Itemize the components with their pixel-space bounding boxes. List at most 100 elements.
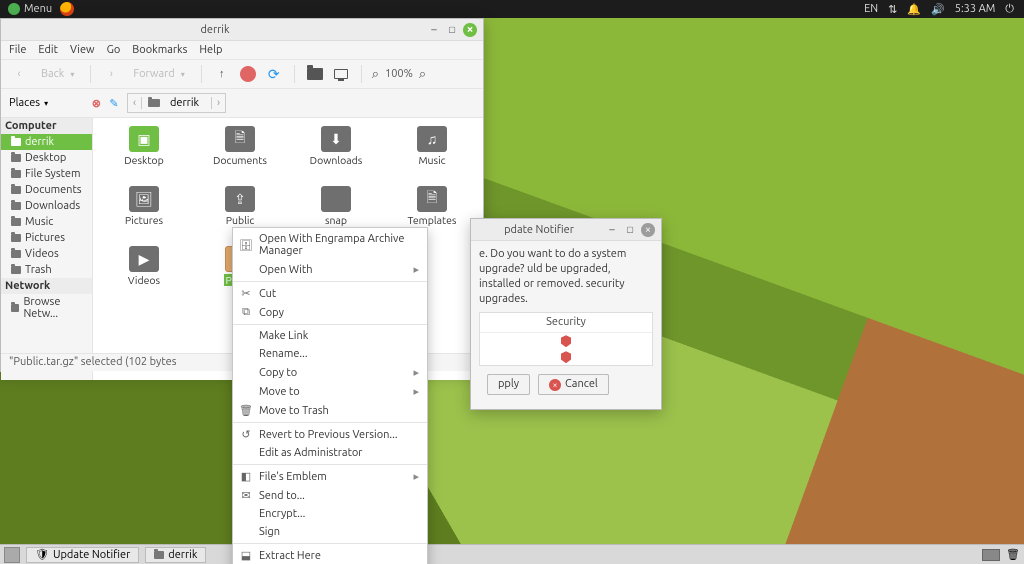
window-title: derrik bbox=[7, 24, 423, 36]
ctx-move-to-trash[interactable]: 🗑Move to Trash bbox=[233, 401, 427, 420]
folder-downloads[interactable]: ⬇Downloads bbox=[289, 126, 383, 184]
chevron-right-icon[interactable]: › bbox=[211, 97, 225, 109]
workspace-switcher[interactable] bbox=[982, 549, 1000, 561]
folder-icon: ⬇ bbox=[321, 126, 351, 152]
maximize-button[interactable] bbox=[445, 23, 459, 37]
task-update-notifier[interactable]: 🛡Update Notifier bbox=[26, 547, 139, 563]
desktop-icon: ▣ bbox=[129, 126, 159, 152]
chevron-left-icon[interactable]: ‹ bbox=[128, 97, 142, 109]
file-manager-titlebar[interactable]: derrik bbox=[1, 19, 483, 41]
menu-help[interactable]: Help bbox=[199, 44, 222, 56]
menu-button[interactable]: Menu bbox=[4, 3, 56, 15]
computer-button[interactable] bbox=[331, 64, 351, 84]
forward-button[interactable]: Forward bbox=[127, 66, 190, 82]
parent-dir-button[interactable] bbox=[212, 64, 232, 84]
ctx-open-with[interactable]: Open With▸ bbox=[233, 260, 427, 279]
ctx-revert[interactable]: ↺Revert to Previous Version... bbox=[233, 425, 427, 444]
ctx-files-emblem[interactable]: ◧File's Emblem▸ bbox=[233, 467, 427, 486]
show-desktop-button[interactable] bbox=[4, 547, 20, 563]
breadcrumb[interactable]: ‹ derrik › bbox=[127, 93, 226, 113]
folder-videos[interactable]: ▶Videos bbox=[97, 246, 191, 304]
sidebar-section-network: Network bbox=[1, 278, 92, 294]
zoom-in-button[interactable] bbox=[419, 67, 426, 82]
folder-documents[interactable]: 🗎Documents bbox=[193, 126, 287, 184]
sidebar-item-browse-network[interactable]: Browse Netw... bbox=[1, 294, 92, 322]
menu-file[interactable]: File bbox=[9, 44, 26, 56]
ctx-sign[interactable]: Sign bbox=[233, 523, 427, 541]
ctx-open-with-engrampa[interactable]: 🗄Open With Engrampa Archive Manager bbox=[233, 230, 427, 260]
sidebar-item-pictures[interactable]: Pictures bbox=[1, 230, 92, 246]
update-icon: 🛡 bbox=[35, 548, 49, 561]
sidebar-item-desktop[interactable]: Desktop bbox=[1, 150, 92, 166]
chevron-down-icon[interactable]: ▾ bbox=[44, 99, 48, 108]
keyboard-indicator[interactable]: EN bbox=[864, 3, 878, 15]
chevron-right-icon: ▸ bbox=[413, 366, 419, 379]
close-button[interactable] bbox=[641, 223, 655, 237]
ctx-encrypt[interactable]: Encrypt... bbox=[233, 505, 427, 523]
menu-label: Menu bbox=[24, 3, 52, 15]
clock[interactable]: 5:33 AM bbox=[955, 3, 996, 15]
close-button[interactable] bbox=[463, 23, 477, 37]
sidebar-item-filesystem[interactable]: File System bbox=[1, 166, 92, 182]
folder-desktop[interactable]: ▣Desktop bbox=[97, 126, 191, 184]
back-button[interactable]: Back bbox=[35, 66, 80, 82]
folder-icon bbox=[148, 99, 160, 107]
sidebar-item-trash[interactable]: Trash bbox=[1, 262, 92, 278]
menu-edit[interactable]: Edit bbox=[38, 44, 58, 56]
chevron-right-icon: ▸ bbox=[413, 385, 419, 398]
sidebar-item-derrik[interactable]: derrik bbox=[1, 134, 92, 150]
firefox-launcher-icon[interactable] bbox=[60, 2, 74, 16]
ctx-copy-to[interactable]: Copy to▸ bbox=[233, 363, 427, 382]
folder-pictures[interactable]: 🖼Pictures bbox=[97, 186, 191, 244]
zoom-level: 100% bbox=[385, 68, 413, 80]
ctx-extract-here[interactable]: ⬓Extract Here bbox=[233, 546, 427, 564]
folder-icon: ▶ bbox=[129, 246, 159, 272]
sidebar-item-documents[interactable]: Documents bbox=[1, 182, 92, 198]
task-file-manager[interactable]: derrik bbox=[145, 547, 206, 563]
menu-bookmarks[interactable]: Bookmarks bbox=[132, 44, 187, 56]
edit-path-button[interactable]: ✎ bbox=[105, 94, 123, 112]
ctx-move-to[interactable]: Move to▸ bbox=[233, 382, 427, 401]
sidebar-item-downloads[interactable]: Downloads bbox=[1, 198, 92, 214]
revert-icon: ↺ bbox=[239, 428, 253, 441]
sidebar-section-computer: Computer bbox=[1, 118, 92, 134]
stop-button[interactable] bbox=[238, 64, 258, 84]
ctx-make-link[interactable]: Make Link bbox=[233, 327, 427, 345]
reload-button[interactable] bbox=[264, 64, 284, 84]
ctx-copy[interactable]: ⧉Copy bbox=[233, 303, 427, 322]
update-notifier-titlebar[interactable]: pdate Notifier bbox=[471, 219, 661, 241]
minimize-button[interactable] bbox=[605, 223, 619, 237]
chevron-right-icon: ▸ bbox=[413, 470, 419, 483]
trash-icon: 🗑 bbox=[239, 404, 253, 417]
maximize-button[interactable] bbox=[623, 223, 637, 237]
cancel-button[interactable]: ×Cancel bbox=[538, 374, 609, 395]
menu-view[interactable]: View bbox=[70, 44, 95, 56]
sidebar-item-videos[interactable]: Videos bbox=[1, 246, 92, 262]
power-icon[interactable]: ⏻ bbox=[1005, 3, 1014, 16]
home-button[interactable] bbox=[305, 64, 325, 84]
sidebar-item-music[interactable]: Music bbox=[1, 214, 92, 230]
sidebar: Computer derrik Desktop File System Docu… bbox=[1, 118, 93, 380]
copy-icon: ⧉ bbox=[239, 306, 253, 319]
scissors-icon: ✂ bbox=[239, 287, 253, 300]
ctx-cut[interactable]: ✂Cut bbox=[233, 284, 427, 303]
places-label[interactable]: Places bbox=[9, 97, 40, 109]
close-sidebar-button[interactable]: ⊗ bbox=[92, 97, 101, 110]
zoom-out-button[interactable] bbox=[372, 67, 379, 82]
folder-icon bbox=[321, 186, 351, 212]
desktop: Menu EN ⇅ 🔔 🔊 5:33 AM ⏻ pdate Notifier e… bbox=[0, 0, 1024, 564]
update-row bbox=[480, 333, 652, 349]
breadcrumb-segment[interactable]: derrik bbox=[142, 97, 211, 109]
volume-icon[interactable]: 🔊 bbox=[931, 3, 945, 16]
ctx-edit-as-admin[interactable]: Edit as Administrator bbox=[233, 444, 427, 462]
ctx-send-to[interactable]: ✉Send to... bbox=[233, 486, 427, 505]
menu-go[interactable]: Go bbox=[107, 44, 121, 56]
folder-music[interactable]: ♫Music bbox=[385, 126, 479, 184]
minimize-button[interactable] bbox=[427, 23, 441, 37]
network-icon[interactable]: ⇅ bbox=[888, 3, 897, 16]
notification-icon[interactable]: 🔔 bbox=[907, 3, 921, 16]
folder-icon: 🗎 bbox=[225, 126, 255, 152]
ctx-rename[interactable]: Rename... bbox=[233, 345, 427, 363]
trash-applet[interactable]: 🗑 bbox=[1006, 548, 1020, 561]
apply-button[interactable]: pply bbox=[487, 374, 530, 395]
